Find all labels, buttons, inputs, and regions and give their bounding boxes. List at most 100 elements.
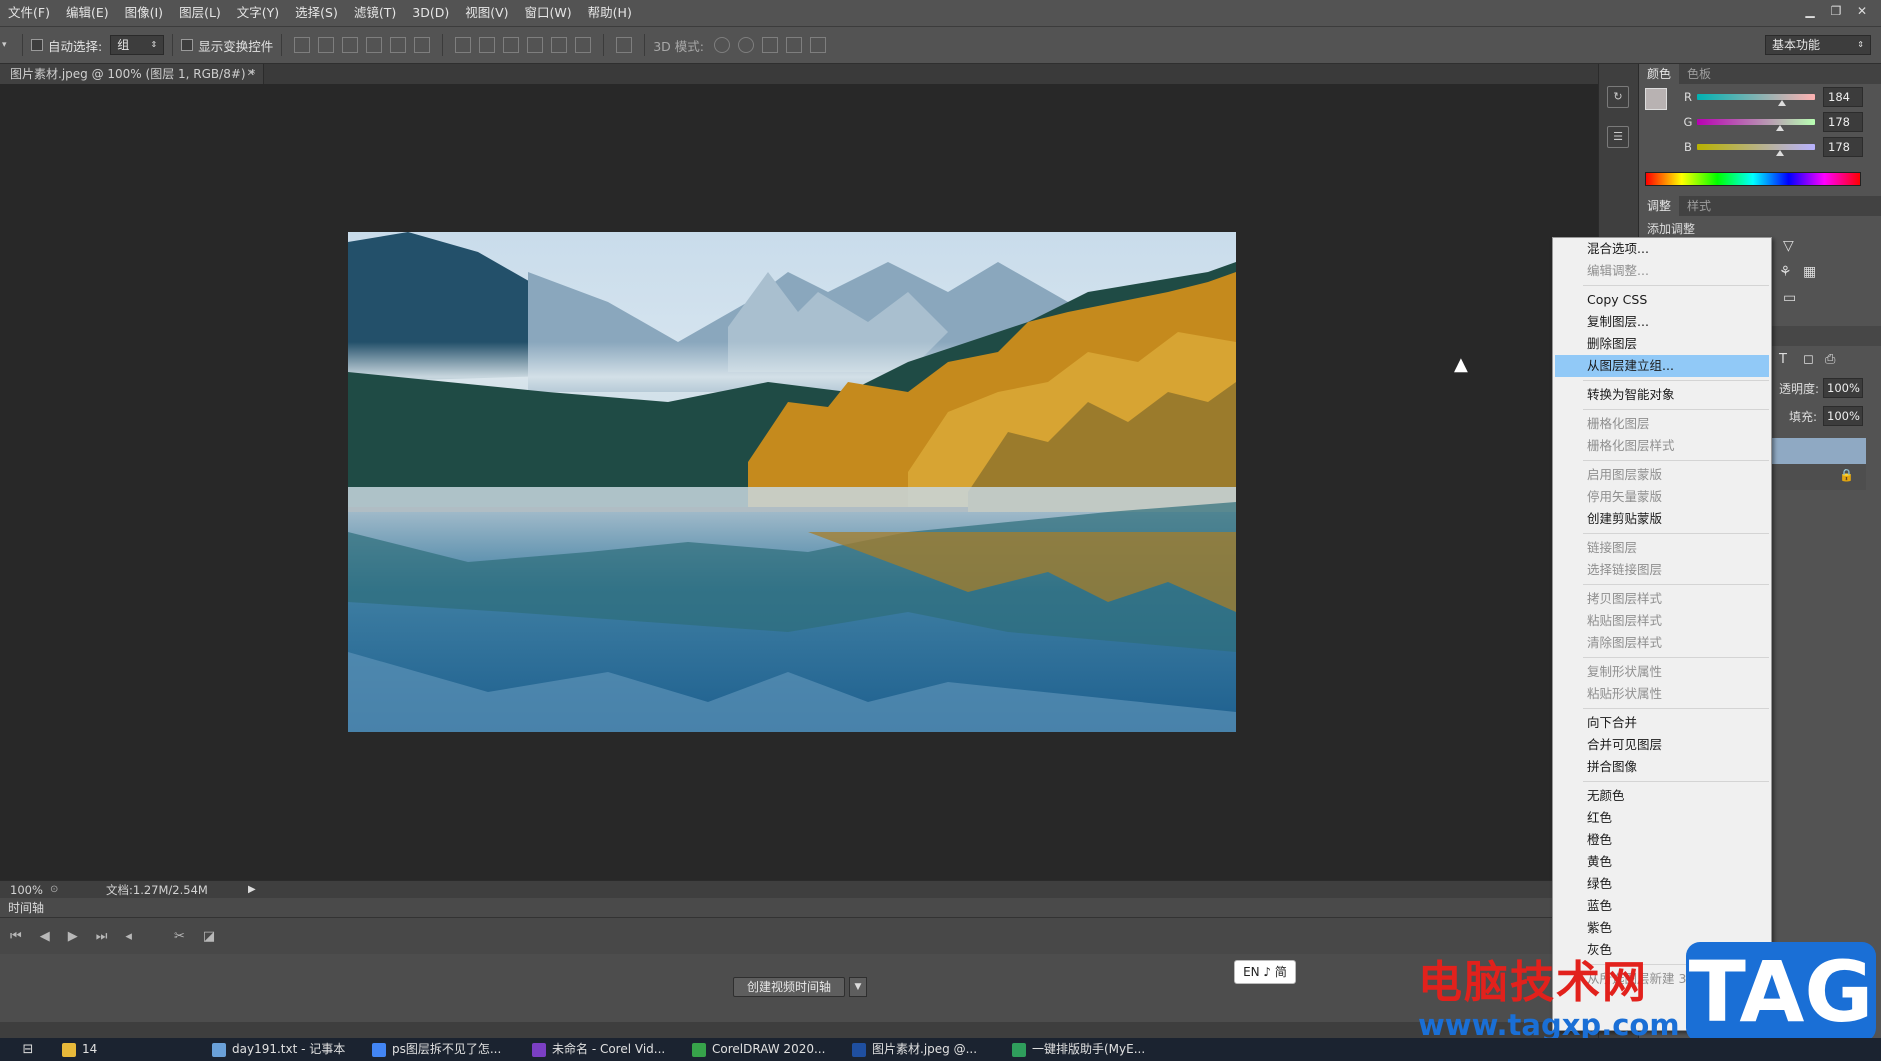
- green-value-input[interactable]: 178: [1823, 111, 1863, 132]
- zoom-level[interactable]: 100%: [0, 883, 50, 897]
- distribute-bottom-icon[interactable]: [503, 37, 520, 53]
- slider-thumb[interactable]: [1775, 124, 1784, 131]
- audio-icon[interactable]: ◂: [125, 929, 132, 944]
- restore-button[interactable]: ❐: [1825, 2, 1847, 20]
- align-bottom-icon[interactable]: [342, 37, 359, 53]
- auto-align-icon[interactable]: [616, 37, 633, 53]
- menu-type[interactable]: 文字(Y): [229, 0, 287, 26]
- taskbar-item[interactable]: 一键排版助手(MyE...: [1006, 1038, 1166, 1061]
- create-video-timeline-button[interactable]: 创建视频时间轴: [733, 977, 845, 997]
- shape-filter-icon[interactable]: ◻: [1803, 352, 1814, 367]
- menu-image[interactable]: 图像(I): [117, 0, 171, 26]
- close-button[interactable]: ✕: [1851, 2, 1873, 20]
- context-menu-item[interactable]: 向下合并: [1553, 712, 1771, 734]
- align-top-icon[interactable]: [294, 37, 311, 53]
- distribute-vcenter-icon[interactable]: [479, 37, 496, 53]
- context-menu-item[interactable]: 橙色: [1553, 829, 1771, 851]
- status-export-icon[interactable]: ⊙: [50, 884, 72, 895]
- type-filter-icon[interactable]: T: [1779, 352, 1787, 367]
- blue-slider[interactable]: [1697, 143, 1815, 156]
- opacity-input[interactable]: 100%: [1823, 378, 1863, 398]
- context-menu-item[interactable]: 红色: [1553, 807, 1771, 829]
- close-tab-icon[interactable]: ✕: [247, 64, 255, 84]
- menu-window[interactable]: 窗口(W): [517, 0, 580, 26]
- context-menu-item[interactable]: 转换为智能对象: [1553, 384, 1771, 406]
- context-menu-item[interactable]: 删除图层: [1553, 333, 1771, 355]
- document-tab[interactable]: 图片素材.jpeg @ 100% (图层 1, RGB/8#) * ✕: [0, 64, 264, 84]
- taskbar-item[interactable]: 14: [56, 1038, 206, 1061]
- properties-icon[interactable]: ☰: [1607, 126, 1629, 148]
- transition-icon[interactable]: ◪: [203, 929, 215, 944]
- next-frame-icon[interactable]: ⏭: [96, 929, 108, 944]
- 3d-scale-icon[interactable]: [810, 37, 826, 53]
- document-image[interactable]: [348, 232, 1236, 732]
- timeline-mode-dropdown[interactable]: ▼: [849, 977, 867, 997]
- 3d-slide-icon[interactable]: [786, 37, 802, 53]
- tab-styles[interactable]: 样式: [1679, 196, 1719, 216]
- show-transform-checkbox[interactable]: [181, 39, 194, 51]
- color-spectrum-bar[interactable]: [1645, 172, 1861, 186]
- context-menu-item[interactable]: 复制图层...: [1553, 311, 1771, 333]
- context-menu-item[interactable]: 蓝色: [1553, 895, 1771, 917]
- smart-filter-icon[interactable]: ⎙: [1825, 352, 1835, 367]
- align-right-icon[interactable]: [414, 37, 431, 53]
- scissors-icon[interactable]: ✂: [174, 929, 185, 944]
- context-menu-item[interactable]: 混合选项...: [1553, 238, 1771, 260]
- first-frame-icon[interactable]: ⏮: [10, 929, 22, 944]
- green-slider[interactable]: [1697, 118, 1815, 131]
- align-hcenter-icon[interactable]: [390, 37, 407, 53]
- context-menu-item[interactable]: 紫色: [1553, 917, 1771, 939]
- menu-help[interactable]: 帮助(H): [580, 0, 640, 26]
- auto-select-dropdown[interactable]: 组 ⇕: [110, 35, 165, 55]
- menu-layer[interactable]: 图层(L): [171, 0, 229, 26]
- menu-view[interactable]: 视图(V): [457, 0, 516, 26]
- red-slider[interactable]: [1697, 93, 1815, 106]
- color-balance-icon[interactable]: ⚘: [1779, 264, 1792, 280]
- context-menu-item[interactable]: 创建剪贴蒙版: [1553, 508, 1771, 530]
- context-menu-item[interactable]: 拼合图像: [1553, 756, 1771, 778]
- triangle-adjust-icon[interactable]: ▽: [1783, 238, 1794, 254]
- play-icon[interactable]: ▶: [68, 929, 78, 944]
- menu-3d[interactable]: 3D(D): [404, 0, 457, 26]
- context-menu-item[interactable]: 绿色: [1553, 873, 1771, 895]
- 3d-rotate-icon[interactable]: [714, 37, 730, 53]
- slider-thumb[interactable]: [1775, 149, 1784, 156]
- context-menu-item[interactable]: 无颜色: [1553, 785, 1771, 807]
- taskbar-item[interactable]: 图片素材.jpeg @...: [846, 1038, 1006, 1061]
- tab-adjustments[interactable]: 调整: [1639, 196, 1680, 216]
- distribute-hcenter-icon[interactable]: [551, 37, 568, 53]
- 3d-roll-icon[interactable]: [738, 37, 754, 53]
- context-menu-item[interactable]: 从图层建立组...: [1555, 355, 1769, 377]
- tab-color[interactable]: 颜色: [1639, 64, 1680, 84]
- menu-file[interactable]: 文件(F): [0, 0, 58, 26]
- taskbar-item[interactable]: day191.txt - 记事本: [206, 1038, 366, 1061]
- context-menu-item[interactable]: 合并可见图层: [1553, 734, 1771, 756]
- menu-select[interactable]: 选择(S): [287, 0, 346, 26]
- taskbar-item[interactable]: CorelDRAW 2020...: [686, 1038, 846, 1061]
- align-vcenter-icon[interactable]: [318, 37, 335, 53]
- red-value-input[interactable]: 184: [1823, 86, 1863, 107]
- taskbar-item[interactable]: ps图层拆不见了怎...: [366, 1038, 526, 1061]
- workspace-dropdown[interactable]: 基本功能 ⇕: [1765, 35, 1871, 55]
- distribute-top-icon[interactable]: [455, 37, 472, 53]
- minimize-button[interactable]: ▁: [1799, 2, 1821, 20]
- prev-frame-icon[interactable]: ◀: [40, 929, 50, 944]
- fill-input[interactable]: 100%: [1823, 406, 1863, 426]
- menu-filter[interactable]: 滤镜(T): [346, 0, 404, 26]
- 3d-pan-icon[interactable]: [762, 37, 778, 53]
- status-menu-arrow-icon[interactable]: ▶: [248, 884, 256, 895]
- tab-swatches[interactable]: 色板: [1679, 64, 1719, 84]
- foreground-color-swatch[interactable]: [1645, 88, 1667, 110]
- history-icon[interactable]: ↻: [1607, 86, 1629, 108]
- menu-edit[interactable]: 编辑(E): [58, 0, 117, 26]
- context-menu-item[interactable]: Copy CSS: [1553, 289, 1771, 311]
- taskbar-item[interactable]: 未命名 - Corel Vid...: [526, 1038, 686, 1061]
- channel-mixer-icon[interactable]: ▦: [1803, 264, 1816, 280]
- distribute-right-icon[interactable]: [575, 37, 592, 53]
- ime-indicator[interactable]: EN ♪ 简: [1234, 960, 1296, 984]
- blue-value-input[interactable]: 178: [1823, 136, 1863, 157]
- task-view-icon[interactable]: ⊟: [0, 1042, 56, 1057]
- distribute-left-icon[interactable]: [527, 37, 544, 53]
- context-menu-item[interactable]: 黄色: [1553, 851, 1771, 873]
- tool-preset-icon[interactable]: ▾: [0, 40, 14, 50]
